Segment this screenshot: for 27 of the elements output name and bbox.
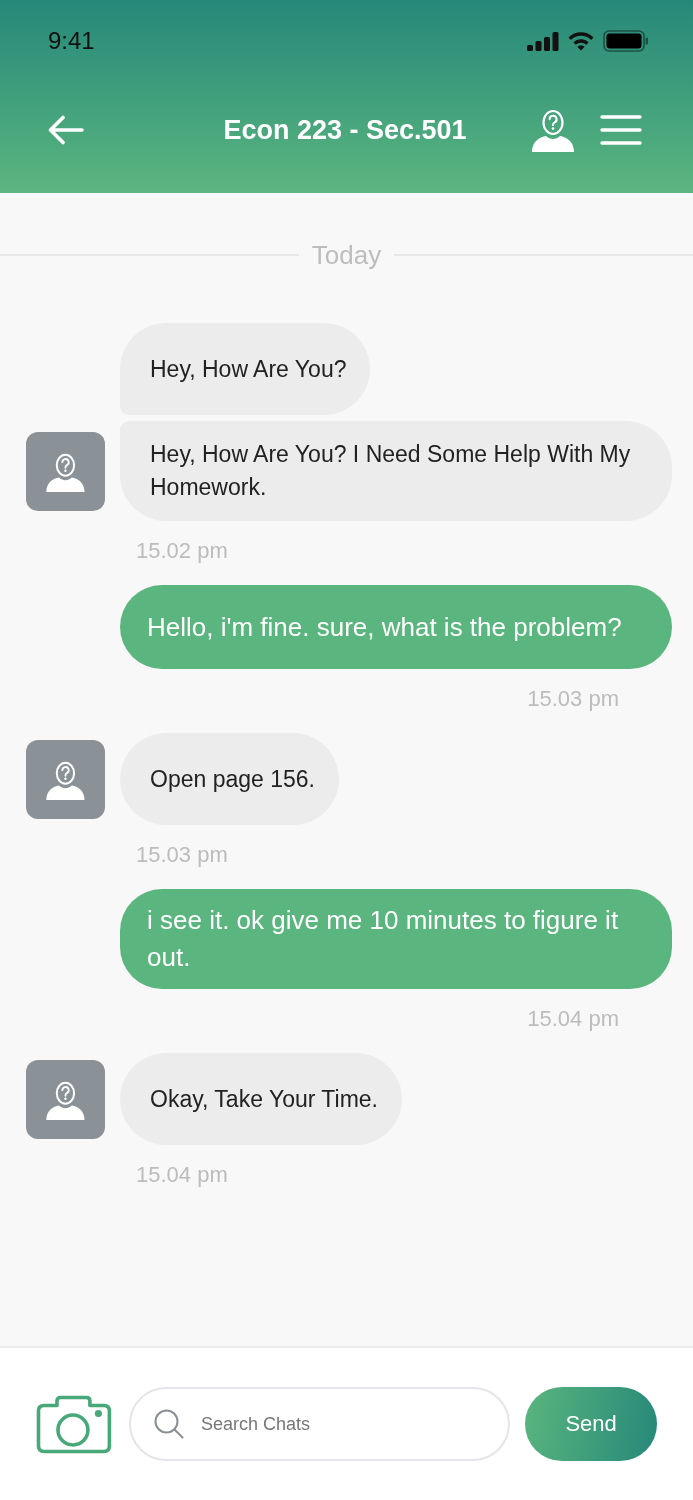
send-button[interactable]: Send <box>525 1387 657 1461</box>
back-arrow-icon[interactable] <box>48 115 84 145</box>
message-time: 15.02 pm <box>136 538 228 564</box>
status-time: 9:41 <box>48 27 95 55</box>
search-icon <box>153 1409 184 1439</box>
battery-icon <box>603 30 649 52</box>
search-field[interactable]: Search Chats <box>128 1387 511 1461</box>
signal-icon <box>527 31 559 51</box>
camera-icon[interactable] <box>36 1394 112 1454</box>
menu-icon[interactable] <box>600 115 642 145</box>
incoming-message-bubble: Okay, Take Your Time. <box>120 1053 402 1145</box>
person-icon[interactable] <box>530 108 576 152</box>
avatar-icon <box>26 431 105 511</box>
date-divider-label: Today <box>311 240 382 270</box>
incoming-message-bubble: Hey, How Are You? <box>120 323 371 415</box>
message-time: 15.03 pm <box>136 842 228 868</box>
incoming-message-bubble: Open page 156. <box>120 733 339 825</box>
chat-title: Econ 223 - Sec.501 <box>223 114 467 147</box>
avatar-icon <box>26 739 105 819</box>
message-time: 15.03 pm <box>527 686 619 712</box>
wifi-icon <box>567 31 595 51</box>
outgoing-message-bubble: i see it. ok give me 10 minutes to figure it out. <box>120 889 672 989</box>
avatar-icon <box>26 1059 105 1139</box>
incoming-message-bubble: Hey, How Are You? I Need Some Help With My Homework. <box>120 421 672 521</box>
message-time: 15.04 pm <box>136 1162 228 1188</box>
message-time: 15.04 pm <box>527 1006 619 1032</box>
outgoing-message-bubble: Hello, i'm fine. sure, what is the problem? <box>120 585 672 669</box>
